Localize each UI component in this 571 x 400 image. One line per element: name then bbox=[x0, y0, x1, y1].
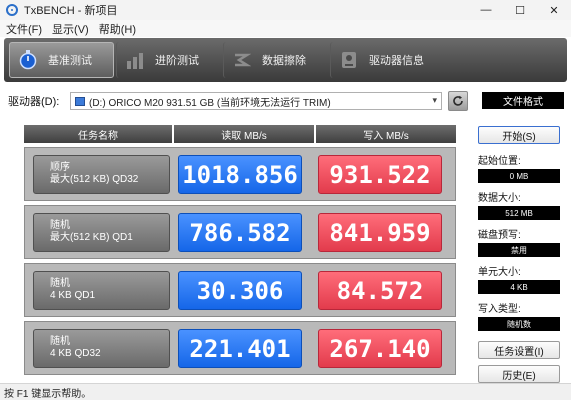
task-detail: 最大(512 KB) QD1 bbox=[50, 232, 133, 243]
start-position-value: 0 MB bbox=[478, 169, 560, 183]
read-value: 221.401 bbox=[178, 329, 302, 368]
window-controls: — ☐ ✕ bbox=[469, 0, 571, 20]
result-row: 随机 4 KB QD32 221.401 267.140 bbox=[24, 321, 456, 375]
menu-file[interactable]: 文件(F) bbox=[6, 21, 42, 37]
data-size-value: 512 MB bbox=[478, 206, 560, 220]
task-detail: 4 KB QD1 bbox=[50, 290, 96, 301]
task-label: 顺序 最大(512 KB) QD32 bbox=[33, 155, 170, 194]
drive-info-icon bbox=[339, 50, 359, 70]
drive-label: 驱动器(D): bbox=[8, 96, 60, 108]
chevron-down-icon: ▾ bbox=[432, 95, 437, 105]
start-button[interactable]: 开始(S) bbox=[478, 126, 560, 144]
status-text: 按 F1 键显示帮助。 bbox=[4, 388, 92, 400]
write-value: 267.140 bbox=[318, 329, 442, 368]
task-type: 顺序 bbox=[50, 162, 70, 173]
read-value: 1018.856 bbox=[178, 155, 302, 194]
window-title: TxBENCH - 新项目 bbox=[24, 5, 118, 17]
minimize-button[interactable]: — bbox=[469, 0, 503, 20]
write-value: 84.572 bbox=[318, 271, 442, 310]
eraser-icon bbox=[232, 50, 252, 70]
start-position-label: 起始位置: bbox=[478, 156, 521, 167]
title-bar: TxBENCH - 新项目 — ☐ ✕ bbox=[0, 0, 571, 20]
bar-chart-icon bbox=[125, 50, 145, 70]
app-icon bbox=[6, 4, 18, 16]
tab-advanced-label: 进阶测试 bbox=[155, 55, 199, 67]
header-read: 读取 MB/s bbox=[174, 125, 314, 143]
main-toolbar: 基准测试 进阶测试 数据擦除 驱动器信息 bbox=[4, 38, 567, 82]
task-type: 随机 bbox=[50, 220, 70, 231]
tab-benchmark-label: 基准测试 bbox=[48, 55, 92, 67]
drive-select-value: (D:) ORICO M20 931.51 GB (当前环境无法运行 TRIM) bbox=[89, 97, 331, 109]
header-task-name: 任务名称 bbox=[24, 125, 172, 143]
unit-size-label: 单元大小: bbox=[478, 267, 521, 278]
refresh-button[interactable] bbox=[448, 91, 468, 111]
disk-icon bbox=[75, 96, 85, 106]
header-write: 写入 MB/s bbox=[316, 125, 456, 143]
tab-erase-label: 数据擦除 bbox=[262, 55, 306, 67]
task-label: 随机 最大(512 KB) QD1 bbox=[33, 213, 170, 252]
task-type: 随机 bbox=[50, 278, 70, 289]
task-label: 随机 4 KB QD32 bbox=[33, 329, 170, 368]
history-button[interactable]: 历史(E) bbox=[478, 365, 560, 383]
settings-panel: 开始(S) 起始位置: 0 MB 数据大小: 512 MB 磁盘预写: 禁用 单… bbox=[478, 126, 560, 383]
task-detail: 最大(512 KB) QD32 bbox=[50, 174, 139, 185]
menu-help[interactable]: 帮助(H) bbox=[99, 21, 136, 37]
write-value: 841.959 bbox=[318, 213, 442, 252]
drive-row: 驱动器(D): (D:) ORICO M20 931.51 GB (当前环境无法… bbox=[8, 91, 564, 111]
alignment-value: 禁用 bbox=[478, 243, 560, 257]
write-type-value: 随机数 bbox=[478, 317, 560, 331]
write-value: 931.522 bbox=[318, 155, 442, 194]
menu-view[interactable]: 显示(V) bbox=[52, 21, 89, 37]
read-value: 786.582 bbox=[178, 213, 302, 252]
results-header: 任务名称 读取 MB/s 写入 MB/s bbox=[24, 125, 456, 143]
result-row: 随机 最大(512 KB) QD1 786.582 841.959 bbox=[24, 205, 456, 259]
tab-advanced[interactable]: 进阶测试 bbox=[116, 42, 221, 78]
stopwatch-icon bbox=[18, 50, 38, 70]
refresh-icon bbox=[453, 95, 463, 106]
results-panel: 任务名称 读取 MB/s 写入 MB/s 顺序 最大(512 KB) QD32 … bbox=[24, 125, 456, 375]
unit-size-value: 4 KB bbox=[478, 280, 560, 294]
status-bar: 按 F1 键显示帮助。 bbox=[0, 383, 571, 400]
result-row: 随机 4 KB QD1 30.306 84.572 bbox=[24, 263, 456, 317]
data-size-label: 数据大小: bbox=[478, 193, 521, 204]
menu-bar: 文件(F) 显示(V) 帮助(H) bbox=[0, 20, 571, 37]
drive-select[interactable]: (D:) ORICO M20 931.51 GB (当前环境无法运行 TRIM)… bbox=[70, 92, 442, 110]
task-type: 随机 bbox=[50, 336, 70, 347]
maximize-button[interactable]: ☐ bbox=[503, 0, 537, 20]
tab-drive-info[interactable]: 驱动器信息 bbox=[330, 42, 435, 78]
tab-benchmark[interactable]: 基准测试 bbox=[9, 42, 114, 78]
tab-drive-info-label: 驱动器信息 bbox=[369, 55, 424, 67]
task-label: 随机 4 KB QD1 bbox=[33, 271, 170, 310]
result-row: 顺序 最大(512 KB) QD32 1018.856 931.522 bbox=[24, 147, 456, 201]
task-detail: 4 KB QD32 bbox=[50, 348, 101, 359]
task-settings-button[interactable]: 任务设置(I) bbox=[478, 341, 560, 359]
write-type-label: 写入类型: bbox=[478, 304, 521, 315]
alignment-label: 磁盘预写: bbox=[478, 230, 521, 241]
tab-erase[interactable]: 数据擦除 bbox=[223, 42, 328, 78]
read-value: 30.306 bbox=[178, 271, 302, 310]
text-mode-box[interactable]: 文件格式 bbox=[482, 92, 564, 109]
close-button[interactable]: ✕ bbox=[537, 0, 571, 20]
